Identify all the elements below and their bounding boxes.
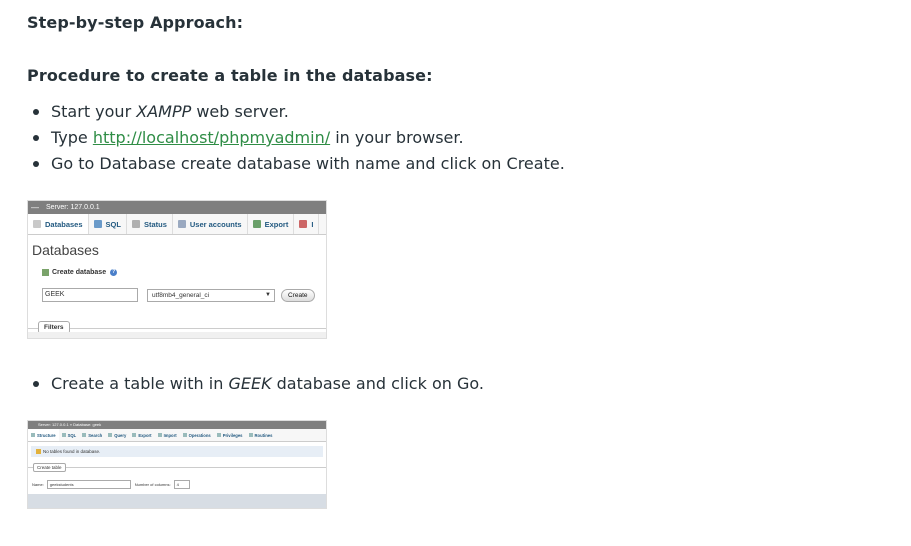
tab-label: Routines	[254, 432, 273, 438]
list-item: Type http://localhost/phpmyadmin/ in you…	[27, 125, 565, 151]
tab-user-accounts[interactable]: User accounts	[173, 214, 248, 234]
database-name-input[interactable]: GEEK	[42, 288, 138, 302]
tab-label: Databases	[45, 219, 83, 229]
steps-list: Start your XAMPP web server. Type http:/…	[27, 99, 565, 177]
database-add-icon	[42, 269, 49, 276]
tab-sql[interactable]: SQL	[59, 429, 80, 441]
query-icon	[108, 433, 113, 437]
tab-search[interactable]: Search	[79, 429, 105, 441]
tab-label: User accounts	[189, 219, 242, 229]
tab-label: Import	[163, 432, 177, 438]
tab-databases[interactable]: Databases	[28, 214, 89, 234]
notice-text: No tables found in database.	[43, 449, 101, 454]
step-text: database and click on Go.	[271, 374, 484, 393]
help-icon[interactable]: ?	[110, 269, 118, 276]
divider	[28, 328, 326, 329]
step-text: Start your	[51, 102, 137, 121]
users-icon	[177, 220, 186, 228]
tab-label: SQL	[105, 219, 121, 229]
section-heading-procedure: Procedure to create a table in the datab…	[27, 66, 433, 85]
create-button[interactable]: Create	[281, 288, 315, 302]
create-table-row: Name: geekstudents Number of columns: 4	[32, 480, 190, 489]
name-label: Name:	[32, 482, 44, 487]
status-icon	[131, 220, 140, 228]
columns-label: Number of columns:	[134, 482, 171, 487]
no-tables-notice: No tables found in database.	[31, 446, 323, 457]
tab-label: Search	[88, 432, 103, 438]
list-item: Create a table with in GEEK database and…	[27, 371, 484, 397]
routines-icon	[248, 433, 253, 437]
tab-export[interactable]: Export	[129, 429, 154, 441]
collation-value: utf8mb4_general_ci	[152, 291, 210, 299]
collapse-icon: —	[31, 203, 39, 212]
table-name-input[interactable]: geekstudents	[46, 480, 131, 489]
tab-import[interactable]: Import	[155, 429, 180, 441]
sql-icon	[93, 220, 102, 228]
import-icon	[157, 433, 162, 437]
wrench-icon	[182, 433, 187, 437]
warning-icon	[36, 449, 41, 454]
export-icon	[252, 220, 261, 228]
server-label: Server: 127.0.0.1	[46, 204, 100, 211]
list-item: Go to Database create database with name…	[27, 151, 565, 177]
import-icon	[299, 220, 308, 228]
tab-label: Export	[138, 432, 152, 438]
sql-icon	[61, 433, 66, 437]
tab-status[interactable]: Status	[127, 214, 173, 234]
step-emphasis: XAMPP	[136, 102, 192, 121]
structure-icon	[31, 433, 35, 437]
create-label-text: Create database	[52, 269, 107, 276]
step-text: in your browser.	[330, 128, 464, 147]
page-title: Databases	[32, 242, 99, 258]
tab-bar: Databases SQL Status User accounts Expor…	[28, 214, 326, 235]
tab-sql[interactable]: SQL	[89, 214, 127, 234]
step-text: web server.	[191, 102, 289, 121]
step-text: Go to Database create database with name…	[51, 154, 565, 173]
tab-label: Status	[143, 219, 167, 229]
section-heading-approach: Step-by-step Approach:	[27, 13, 244, 32]
tab-label: Operations	[188, 432, 211, 438]
screenshot-create-database: — Server: 127.0.0.1 Databases SQL Status …	[27, 200, 327, 339]
privileges-icon	[216, 433, 221, 437]
tab-privileges[interactable]: Privileges	[214, 429, 246, 441]
columns-input[interactable]: 4	[173, 480, 190, 489]
tab-import[interactable]: I	[294, 214, 320, 234]
steps-list-continued: Create a table with in GEEK database and…	[27, 371, 484, 397]
create-database-label: Create database?	[42, 269, 326, 276]
tab-label: Query	[114, 432, 127, 438]
search-icon	[82, 433, 87, 437]
tab-label: Structure	[37, 432, 56, 438]
tab-label: Privileges	[222, 432, 243, 438]
database-icon	[33, 220, 41, 228]
tab-export[interactable]: Export	[248, 214, 295, 234]
server-breadcrumb: Server: 127.0.0.1 » Database: geek	[28, 421, 326, 429]
chevron-down-icon: ▼	[265, 291, 271, 298]
tab-bar: Structure SQL Search Query Export Import…	[28, 429, 326, 442]
step-emphasis: GEEK	[228, 374, 272, 393]
tab-routines[interactable]: Routines	[246, 429, 276, 441]
create-table-label: Create table	[33, 463, 66, 472]
create-database-row: GEEK utf8mb4_general_ci ▼ Create	[42, 288, 326, 302]
footer-strip	[28, 332, 326, 338]
export-icon	[132, 433, 137, 437]
server-breadcrumb: — Server: 127.0.0.1	[28, 201, 326, 214]
divider	[28, 467, 326, 468]
screenshot-create-table: Server: 127.0.0.1 » Database: geek Struc…	[27, 420, 327, 509]
collation-select[interactable]: utf8mb4_general_ci ▼	[147, 288, 275, 302]
tab-structure[interactable]: Structure	[28, 429, 59, 441]
tab-operations[interactable]: Operations	[180, 429, 214, 441]
list-item: Start your XAMPP web server.	[27, 99, 565, 125]
tab-label: Export	[264, 219, 289, 229]
tab-label: SQL	[67, 432, 77, 438]
step-text: Type	[51, 128, 93, 147]
tab-label: I	[311, 219, 314, 229]
step-text: Create a table with in	[51, 374, 229, 393]
phpmyadmin-link[interactable]: http://localhost/phpmyadmin/	[93, 128, 330, 147]
footer-strip	[28, 494, 326, 508]
tab-query[interactable]: Query	[105, 429, 129, 441]
